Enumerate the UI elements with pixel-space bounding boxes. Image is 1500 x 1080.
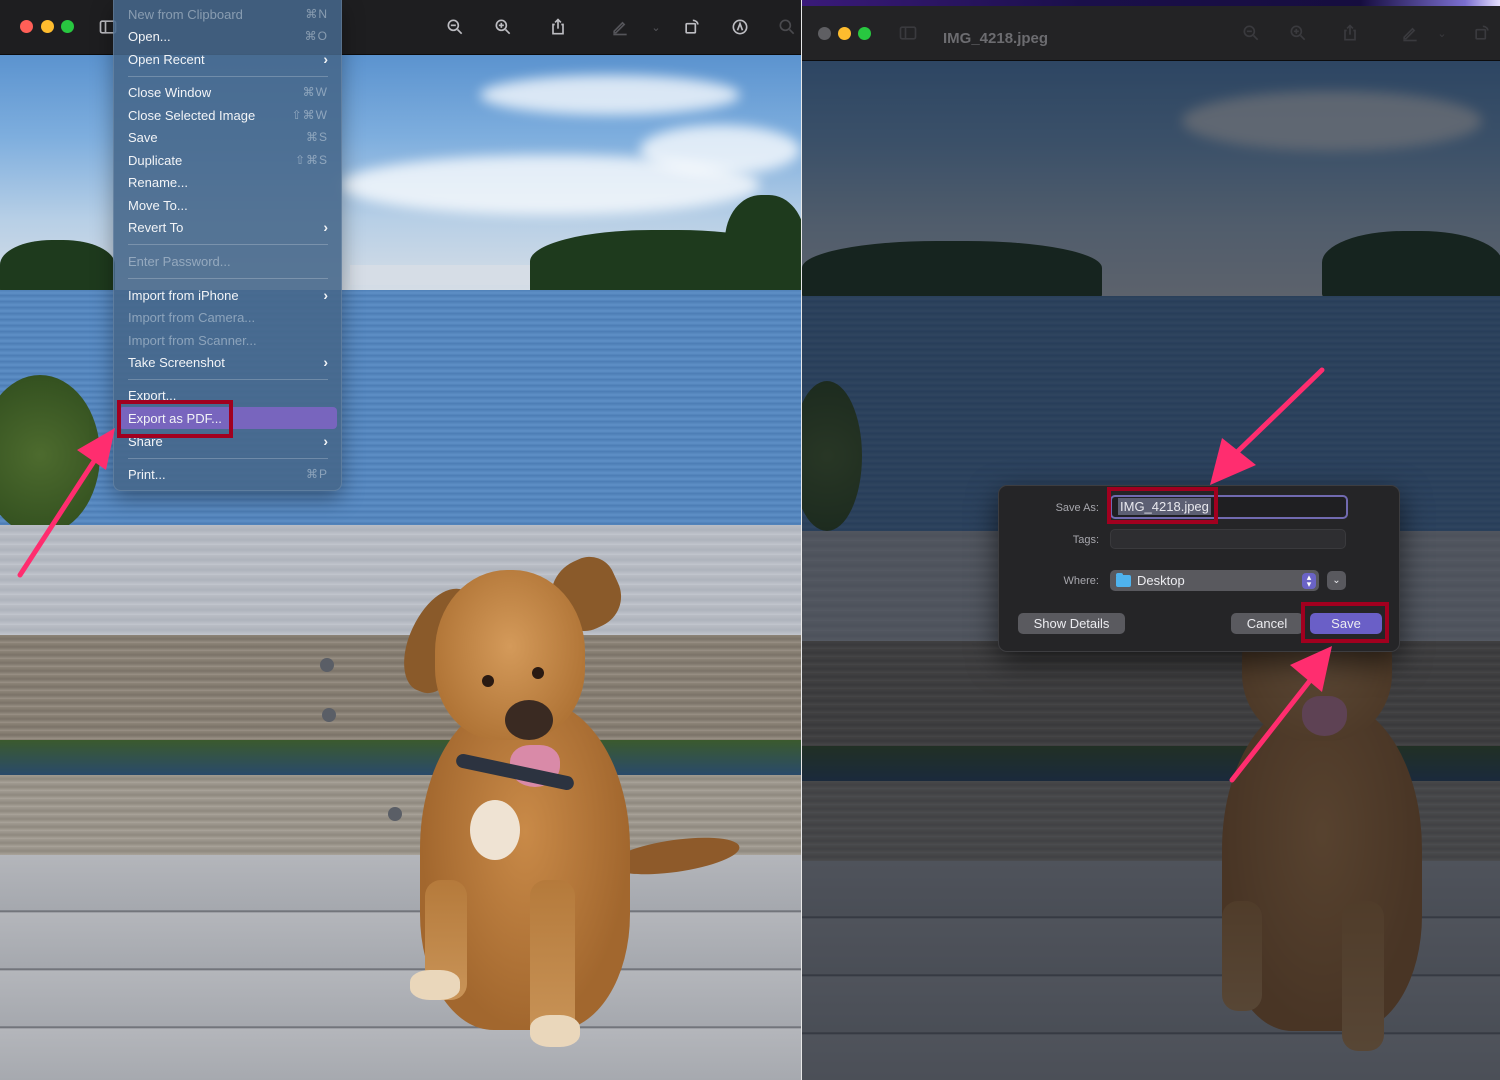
menu-separator [128, 379, 328, 380]
preview-window-left: ⌄ New from Clipboard ⌘N Open... ⌘O Open … [0, 0, 801, 1080]
where-location-popup[interactable]: Desktop ▴ ▾ [1110, 570, 1319, 591]
cancel-button[interactable]: Cancel [1231, 613, 1303, 634]
menu-item-open[interactable]: Open... ⌘O [119, 25, 337, 47]
zoom-window-button[interactable] [858, 27, 871, 40]
sidebar-icon[interactable] [896, 21, 920, 45]
zoom-in-icon[interactable] [1286, 21, 1310, 45]
show-details-button[interactable]: Show Details [1018, 613, 1125, 634]
share-icon[interactable] [1338, 21, 1362, 45]
menu-item-rename[interactable]: Rename... [119, 171, 337, 193]
minimize-window-button[interactable] [41, 20, 54, 33]
chevron-down-icon: ⌄ [1332, 575, 1341, 586]
where-label: Where: [1063, 575, 1099, 587]
share-icon[interactable] [546, 15, 570, 39]
menu-separator [128, 278, 328, 279]
save-as-label: Save As: [1055, 502, 1099, 514]
markup-pen-icon[interactable] [1398, 21, 1422, 45]
chevron-right-icon: › [323, 219, 328, 235]
menu-separator [128, 458, 328, 459]
chevron-down-icon[interactable]: ⌄ [1430, 21, 1454, 45]
menu-separator [128, 244, 328, 245]
photo-cloud [640, 125, 800, 175]
menu-item-import-from-iphone[interactable]: Import from iPhone › [119, 284, 337, 306]
markup-icon[interactable] [728, 15, 752, 39]
zoom-out-icon[interactable] [443, 15, 467, 39]
chevron-right-icon: › [323, 354, 328, 370]
popup-stepper-icon: ▴ ▾ [1302, 572, 1316, 589]
menu-item-move-to[interactable]: Move To... [119, 194, 337, 216]
search-icon[interactable] [775, 15, 799, 39]
expand-browser-button[interactable]: ⌄ [1327, 571, 1346, 590]
rotate-icon[interactable] [1470, 21, 1494, 45]
chevron-down-icon[interactable]: ⌄ [644, 15, 668, 39]
window-title: IMG_4218.jpeg [943, 30, 1049, 47]
where-location-value: Desktop [1137, 573, 1185, 588]
photo-bolt [322, 708, 336, 722]
minimize-window-button[interactable] [838, 27, 851, 40]
photo-trees [725, 195, 801, 295]
menu-item-enter-password[interactable]: Enter Password... [119, 250, 337, 272]
photo-rail-gap [0, 740, 801, 775]
menu-separator [128, 76, 328, 77]
menu-item-open-recent[interactable]: Open Recent › [119, 48, 337, 70]
menu-item-take-screenshot[interactable]: Take Screenshot › [119, 351, 337, 373]
menu-item-save[interactable]: Save ⌘S [119, 126, 337, 148]
menu-item-new-from-clipboard[interactable]: New from Clipboard ⌘N [119, 3, 337, 25]
zoom-out-icon[interactable] [1239, 21, 1263, 45]
preview-window-right: IMG_4218.jpeg ⌄ Save As: IMG_4218.jpeg T… [802, 0, 1500, 1080]
menu-item-close-window[interactable]: Close Window ⌘W [119, 81, 337, 103]
photo-city [350, 265, 540, 285]
photo-rail [0, 635, 801, 740]
photo-trees [0, 240, 115, 295]
photo-rail [0, 525, 801, 635]
menu-item-import-from-scanner[interactable]: Import from Scanner... [119, 329, 337, 351]
zoom-window-button[interactable] [61, 20, 74, 33]
menu-item-close-selected-image[interactable]: Close Selected Image ⇧⌘W [119, 104, 337, 126]
menu-item-import-from-camera[interactable]: Import from Camera... [119, 306, 337, 328]
chevron-right-icon: › [323, 51, 328, 67]
markup-pen-icon[interactable] [608, 15, 632, 39]
photo-bolt [388, 807, 402, 821]
tags-field[interactable] [1110, 529, 1346, 549]
photo-deck [0, 855, 801, 1080]
menu-item-print[interactable]: Print... ⌘P [119, 463, 337, 485]
window-toolbar: IMG_4218.jpeg ⌄ [802, 6, 1500, 61]
chevron-right-icon: › [323, 287, 328, 303]
close-window-button[interactable] [818, 27, 831, 40]
tags-label: Tags: [1072, 534, 1099, 546]
close-window-button[interactable] [20, 20, 33, 33]
zoom-in-icon[interactable] [491, 15, 515, 39]
rotate-icon[interactable] [680, 15, 704, 39]
folder-icon [1116, 572, 1131, 587]
photo-bolt [320, 658, 334, 672]
annotation-highlight-export-as-pdf [117, 400, 233, 438]
annotation-highlight-filename [1107, 487, 1218, 524]
menu-item-duplicate[interactable]: Duplicate ⇧⌘S [119, 149, 337, 171]
photo-cloud [480, 75, 740, 115]
chevron-right-icon: › [323, 433, 328, 449]
menu-item-revert-to[interactable]: Revert To › [119, 216, 337, 238]
annotation-highlight-save-button [1301, 602, 1389, 643]
